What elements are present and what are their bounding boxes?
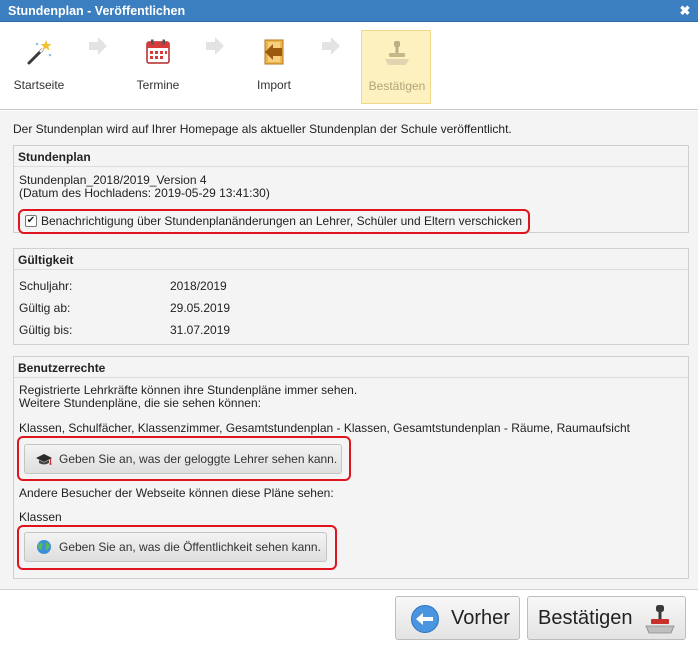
rights-line-2: Weitere Stundenpläne, die sie sehen könn…	[19, 396, 261, 410]
teacher-rights-button[interactable]: Geben Sie an, was der geloggte Lehrer se…	[24, 444, 342, 474]
gueltig-ab-label: Gültig ab:	[19, 301, 71, 315]
import-icon	[264, 39, 284, 65]
divider	[14, 269, 688, 270]
public-rights-button[interactable]: Geben Sie an, was die Öffentlichkeit seh…	[24, 532, 327, 562]
wizard-step-termine[interactable]: Termine	[123, 30, 193, 104]
section-heading: Stundenplan	[18, 150, 91, 164]
globe-icon	[37, 540, 51, 554]
rights-line-1: Registrierte Lehrkräfte können ihre Stun…	[19, 383, 358, 397]
confirm-button[interactable]: Bestätigen	[527, 596, 686, 640]
arrow-left-icon	[411, 605, 439, 633]
gueltigkeit-section: Gültigkeit Schuljahr: 2018/2019 Gültig a…	[13, 248, 689, 345]
gueltig-bis-label: Gültig bis:	[19, 323, 73, 337]
dialog-footer: Vorher Bestätigen	[0, 589, 698, 647]
dialog-titlebar: Stundenplan - Veröffentlichen ✖	[0, 0, 698, 22]
divider	[14, 166, 688, 167]
gueltig-bis-value: 31.07.2019	[170, 323, 231, 337]
stundenplan-section: Stundenplan Stundenplan_2018/2019_Versio…	[13, 145, 689, 234]
intro-text: Der Stundenplan wird auf Ihrer Homepage …	[13, 122, 512, 136]
visitors-line: Andere Besucher der Webseite können dies…	[19, 486, 334, 500]
notify-checkbox[interactable]: ✔	[25, 215, 37, 227]
schuljahr-label: Schuljahr:	[19, 279, 73, 293]
public-rights-label: Geben Sie an, was die Öffentlichkeit seh…	[59, 540, 321, 554]
timetable-name: Stundenplan_2018/2019_Version 4	[19, 173, 207, 187]
upload-date: (Datum des Hochladens: 2019-05-29 13:41:…	[19, 186, 270, 200]
dialog-title: Stundenplan - Veröffentlichen	[8, 4, 186, 18]
stamp-icon	[385, 41, 409, 65]
arrow-right-icon	[89, 37, 107, 55]
back-label: Vorher	[451, 607, 510, 629]
graduation-cap-icon	[36, 454, 52, 465]
wizard-step-import[interactable]: Import	[239, 30, 309, 104]
stamp-icon	[645, 605, 675, 634]
benutzerrechte-section: Benutzerrechte Registrierte Lehrkräfte k…	[13, 356, 689, 579]
schuljahr-value: 2018/2019	[170, 279, 227, 293]
visitor-plans-list: Klassen	[19, 510, 62, 524]
notify-label[interactable]: Benachrichtigung über Stundenplanänderun…	[41, 214, 522, 228]
teacher-plans-list: Klassen, Schulfächer, Klassenzimmer, Ges…	[19, 421, 630, 435]
wizard-step-label: Bestätigen	[368, 79, 426, 93]
confirm-label: Bestätigen	[538, 607, 633, 629]
arrow-right-icon	[206, 37, 224, 55]
close-icon[interactable]: ✖	[678, 0, 692, 22]
teacher-rights-label: Geben Sie an, was der geloggte Lehrer se…	[59, 452, 338, 466]
gueltig-ab-value: 29.05.2019	[170, 301, 231, 315]
calendar-icon	[146, 39, 170, 64]
divider	[14, 377, 688, 378]
wizard-step-bestaetigen[interactable]: Bestätigen	[361, 30, 431, 104]
wizard-steps: Startseite Termine Import Bestätigen	[0, 22, 698, 110]
section-heading: Gültigkeit	[18, 253, 74, 267]
dialog-content: Der Stundenplan wird auf Ihrer Homepage …	[0, 111, 698, 589]
wizard-step-label: Termine	[136, 78, 180, 92]
wizard-step-label: Startseite	[13, 78, 65, 92]
wizard-step-startseite[interactable]: Startseite	[4, 30, 74, 104]
magic-wand-icon	[27, 40, 52, 65]
back-button[interactable]: Vorher	[395, 596, 520, 640]
wizard-step-label: Import	[256, 78, 291, 92]
section-heading: Benutzerrechte	[18, 361, 106, 375]
arrow-right-icon	[322, 37, 340, 55]
